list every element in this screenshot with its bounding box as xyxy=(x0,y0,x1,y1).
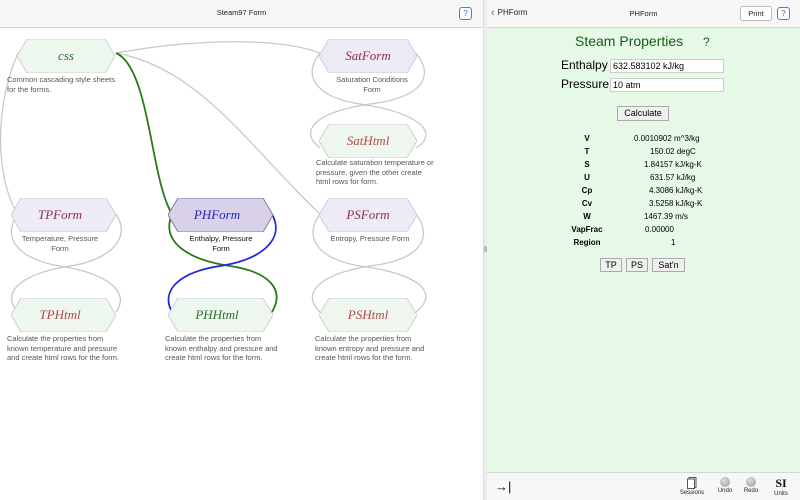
redo-button[interactable]: Redo xyxy=(737,477,765,494)
prop-name-cp: Cp xyxy=(581,186,593,195)
prop-name-s: S xyxy=(584,160,590,169)
print-button[interactable]: Print xyxy=(740,6,772,21)
redo-icon xyxy=(746,477,756,487)
node-tpform[interactable]: TPForm xyxy=(11,198,116,232)
left-nav-title: Steam97 Form xyxy=(216,8,267,17)
prop-name-region: Region xyxy=(573,238,601,247)
desc-tpform: Temperature, Pressure Form xyxy=(21,234,99,253)
saturation-button[interactable]: Sat'n xyxy=(652,258,685,272)
node-phhtml[interactable]: PHHtml xyxy=(168,298,273,332)
connector-css-psform xyxy=(115,52,321,215)
node-pshtml[interactable]: PSHtml xyxy=(319,298,417,332)
prop-value-cv: 3.5258 kJ/kg-K xyxy=(649,199,703,208)
node-phform[interactable]: PHForm xyxy=(168,198,273,232)
node-psform[interactable]: PSForm xyxy=(319,198,417,232)
connector-lines xyxy=(0,41,427,313)
form-pane: ‹ PHForm PHForm Print ? Steam Properties… xyxy=(487,0,800,500)
connector-css-phform xyxy=(115,52,173,215)
ps-button[interactable]: PS xyxy=(626,258,648,272)
desc-phform: Enthalpy, Pressure Form xyxy=(189,234,253,253)
prop-value-u: 631.57 kJ/kg xyxy=(650,173,696,182)
tab-arrow-icon[interactable]: →| xyxy=(495,479,511,494)
tp-button[interactable]: TP xyxy=(600,258,622,272)
steam-properties-heading: Steam Properties xyxy=(575,33,684,49)
prop-value-cp: 4.3086 kJ/kg-K xyxy=(649,186,703,195)
connector-css-satform xyxy=(115,41,321,54)
node-css[interactable]: css xyxy=(17,39,115,73)
steam-help-link[interactable]: ? xyxy=(703,35,710,49)
desc-css: Common cascading style sheets for the fo… xyxy=(7,75,115,94)
node-satform[interactable]: SatForm xyxy=(319,39,417,73)
sessions-button[interactable]: Sessions xyxy=(678,477,706,496)
si-units-icon: SI xyxy=(775,476,787,490)
node-sathtml[interactable]: SatHtml xyxy=(319,124,417,158)
desc-phhtml: Calculate the properties from known enth… xyxy=(165,334,278,362)
right-help-button[interactable]: ? xyxy=(777,7,790,20)
pressure-input[interactable]: 10 atm xyxy=(610,78,724,92)
prop-value-v: 0.0010902 m^3/kg xyxy=(634,134,700,143)
units-button[interactable]: SI Units xyxy=(767,476,795,498)
right-nav-bar: ‹ PHForm PHForm Print ? xyxy=(487,0,800,28)
desc-sathtml: Calculate saturation temperature or pres… xyxy=(316,158,434,186)
pressure-label: Pressure xyxy=(561,77,610,91)
enthalpy-label: Enthalpy xyxy=(561,58,608,72)
prop-name-vapfrac: VapFrac xyxy=(571,225,603,234)
prop-name-t: T xyxy=(584,147,590,156)
prop-name-w: W xyxy=(583,212,591,221)
desc-psform: Entropy, Pressure Form xyxy=(330,234,410,243)
undo-button[interactable]: Undo xyxy=(711,477,739,494)
desc-satform: Saturation Conditions Form xyxy=(336,75,408,94)
left-nav-bar: Steam97 Form ? xyxy=(0,0,483,28)
prop-value-t: 150.02 degC xyxy=(650,147,696,156)
calculate-button[interactable]: Calculate xyxy=(617,106,669,121)
prop-name-v: V xyxy=(584,134,590,143)
bottom-toolbar: →| Sessions Undo Redo SI Units xyxy=(487,472,800,500)
prop-value-region: 1 xyxy=(671,238,676,247)
prop-name-cv: Cv xyxy=(581,199,593,208)
enthalpy-input[interactable]: 632.583102 kJ/kg xyxy=(610,59,724,73)
undo-icon xyxy=(720,477,730,487)
prop-value-s: 1.84157 kJ/kg-K xyxy=(644,160,702,169)
node-tphtml[interactable]: TPHtml xyxy=(11,298,116,332)
left-help-button[interactable]: ? xyxy=(459,7,472,20)
desc-tphtml: Calculate the properties from known temp… xyxy=(7,334,120,362)
prop-value-vapfrac: 0.00000 xyxy=(645,225,674,234)
prop-name-u: U xyxy=(584,173,590,182)
sessions-icon xyxy=(687,477,697,489)
desc-pshtml: Calculate the properties from known entr… xyxy=(315,334,425,362)
prop-value-w: 1467.39 m/s xyxy=(644,212,689,221)
diagram-pane: Steam97 Form ? css SatForm SatHtml TPFor… xyxy=(0,0,483,500)
